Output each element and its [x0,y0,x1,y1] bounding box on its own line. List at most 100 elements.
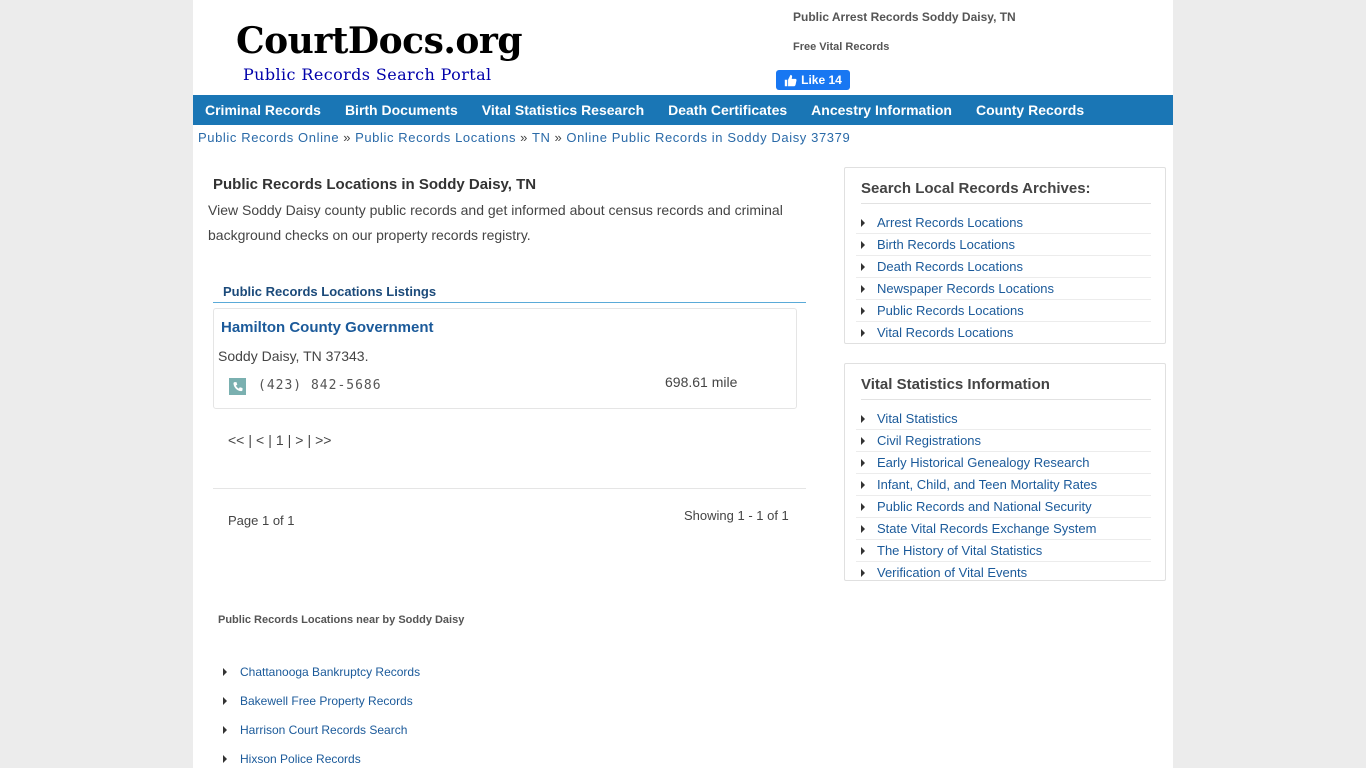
bullet-arrow-icon [861,262,865,271]
nav-vital-statistics-research[interactable]: Vital Statistics Research [470,102,656,118]
pager-last[interactable]: >> [315,432,331,448]
list-item: Arrest Records Locations [856,212,1151,234]
breadcrumb-public-records-locations[interactable]: Public Records Locations [355,130,516,145]
list-item: Early Historical Genealogy Research [856,452,1151,474]
sidebar-link[interactable]: Verification of Vital Events [877,565,1027,580]
sidebar-link[interactable]: Death Records Locations [877,259,1023,274]
nav-criminal-records[interactable]: Criminal Records [193,102,333,118]
page-of-text: Page 1 of 1 [228,513,295,528]
list-item: Harrison Court Records Search [223,715,420,744]
pagination: << | < | 1 | > | >> [228,432,331,448]
sidebar-vital-title: Vital Statistics Information [861,376,1151,400]
sidebar-search-list: Arrest Records Locations Birth Records L… [856,212,1151,343]
nearby-link[interactable]: Harrison Court Records Search [240,723,407,737]
list-item: The History of Vital Statistics [856,540,1151,562]
bullet-arrow-icon [861,306,865,315]
bullet-arrow-icon [861,328,865,337]
list-item: Death Records Locations [856,256,1151,278]
phone-icon [229,378,246,395]
nearby-link[interactable]: Chattanooga Bankruptcy Records [240,665,420,679]
site-tagline: Public Records Search Portal [243,65,492,84]
nearby-link[interactable]: Hixson Police Records [240,752,361,766]
pager-prev[interactable]: < [256,432,264,448]
sidebar-link[interactable]: Early Historical Genealogy Research [877,455,1089,470]
bullet-arrow-icon [223,696,227,705]
breadcrumb-separator: » [343,130,352,145]
breadcrumb-separator: » [554,130,563,145]
facebook-like-button[interactable]: Like 14 [776,70,850,90]
pager-separator: | [268,432,272,448]
list-item: Hixson Police Records [223,744,420,768]
sidebar-link[interactable]: State Vital Records Exchange System [877,521,1096,536]
bullet-arrow-icon [861,502,865,511]
bullet-arrow-icon [861,436,865,445]
list-item: Public Records Locations [856,300,1151,322]
nav-birth-documents[interactable]: Birth Documents [333,102,470,118]
bullet-arrow-icon [861,480,865,489]
breadcrumb-tn[interactable]: TN [532,130,551,145]
bullet-arrow-icon [861,284,865,293]
divider [213,488,806,489]
bullet-arrow-icon [861,524,865,533]
breadcrumb-public-records-online[interactable]: Public Records Online [198,130,339,145]
list-item: Civil Registrations [856,430,1151,452]
top-link-arrest-records[interactable]: Public Arrest Records Soddy Daisy, TN [793,10,1016,24]
nav-county-records[interactable]: County Records [964,102,1096,118]
bullet-arrow-icon [223,725,227,734]
page: CourtDocs.org Public Records Search Port… [193,0,1173,768]
list-item: Chattanooga Bankruptcy Records [223,657,420,686]
nav-death-certificates[interactable]: Death Certificates [656,102,799,118]
bullet-arrow-icon [861,240,865,249]
bullet-arrow-icon [861,458,865,467]
nearby-list: Chattanooga Bankruptcy Records Bakewell … [223,657,420,768]
list-item: Infant, Child, and Teen Mortality Rates [856,474,1151,496]
listing-address: Soddy Daisy, TN 37343. [218,348,369,364]
sidebar-link[interactable]: The History of Vital Statistics [877,543,1042,558]
pager-separator: | [248,432,252,448]
bullet-arrow-icon [861,568,865,577]
listing-name-link[interactable]: Hamilton County Government [221,319,434,336]
listing-header: Public Records Locations Listings [213,284,806,303]
sidebar-link[interactable]: Civil Registrations [877,433,981,448]
site-logo[interactable]: CourtDocs.org [236,20,523,62]
sidebar-search-archives: Search Local Records Archives: Arrest Re… [844,167,1166,344]
list-item: Newspaper Records Locations [856,278,1151,300]
sidebar-link[interactable]: Vital Statistics [877,411,958,426]
sidebar-link[interactable]: Infant, Child, and Teen Mortality Rates [877,477,1097,492]
list-item: Vital Statistics [856,408,1151,430]
top-link-vital-records[interactable]: Free Vital Records [793,41,889,53]
sidebar-link[interactable]: Newspaper Records Locations [877,281,1054,296]
page-title: Public Records Locations in Soddy Daisy,… [213,176,537,193]
sidebar-link[interactable]: Arrest Records Locations [877,215,1023,230]
list-item: Bakewell Free Property Records [223,686,420,715]
sidebar-link[interactable]: Birth Records Locations [877,237,1015,252]
sidebar-link[interactable]: Vital Records Locations [877,325,1013,340]
sidebar-link[interactable]: Public Records Locations [877,303,1024,318]
listing-phone: (423) 842-5686 [258,378,382,393]
nearby-title: Public Records Locations near by Soddy D… [218,614,465,626]
list-item: State Vital Records Exchange System [856,518,1151,540]
main-nav: Criminal Records Birth Documents Vital S… [193,95,1173,125]
nearby-link[interactable]: Bakewell Free Property Records [240,694,413,708]
bullet-arrow-icon [861,414,865,423]
showing-count: Showing 1 - 1 of 1 [684,508,789,523]
sidebar-vital-list: Vital Statistics Civil Registrations Ear… [856,408,1151,583]
pager-next[interactable]: > [295,432,303,448]
pager-separator: | [287,432,292,448]
bullet-arrow-icon [223,667,227,676]
breadcrumb-separator: » [520,130,528,145]
facebook-like-label: Like 14 [801,73,842,87]
listing-header-label: Public Records Locations Listings [223,284,437,299]
pager-first[interactable]: << [228,432,244,448]
breadcrumb: Public Records Online» Public Records Loc… [198,130,850,145]
sidebar-search-title: Search Local Records Archives: [861,180,1151,204]
nav-ancestry-information[interactable]: Ancestry Information [799,102,964,118]
sidebar-link[interactable]: Public Records and National Security [877,499,1092,514]
list-item: Verification of Vital Events [856,562,1151,583]
breadcrumb-current[interactable]: Online Public Records in Soddy Daisy 373… [566,130,850,145]
list-item: Vital Records Locations [856,322,1151,343]
thumbs-up-icon [784,74,797,86]
listing-distance: 698.61 mile [665,374,738,390]
bullet-arrow-icon [861,218,865,227]
sidebar-vital-statistics: Vital Statistics Information Vital Stati… [844,363,1166,581]
